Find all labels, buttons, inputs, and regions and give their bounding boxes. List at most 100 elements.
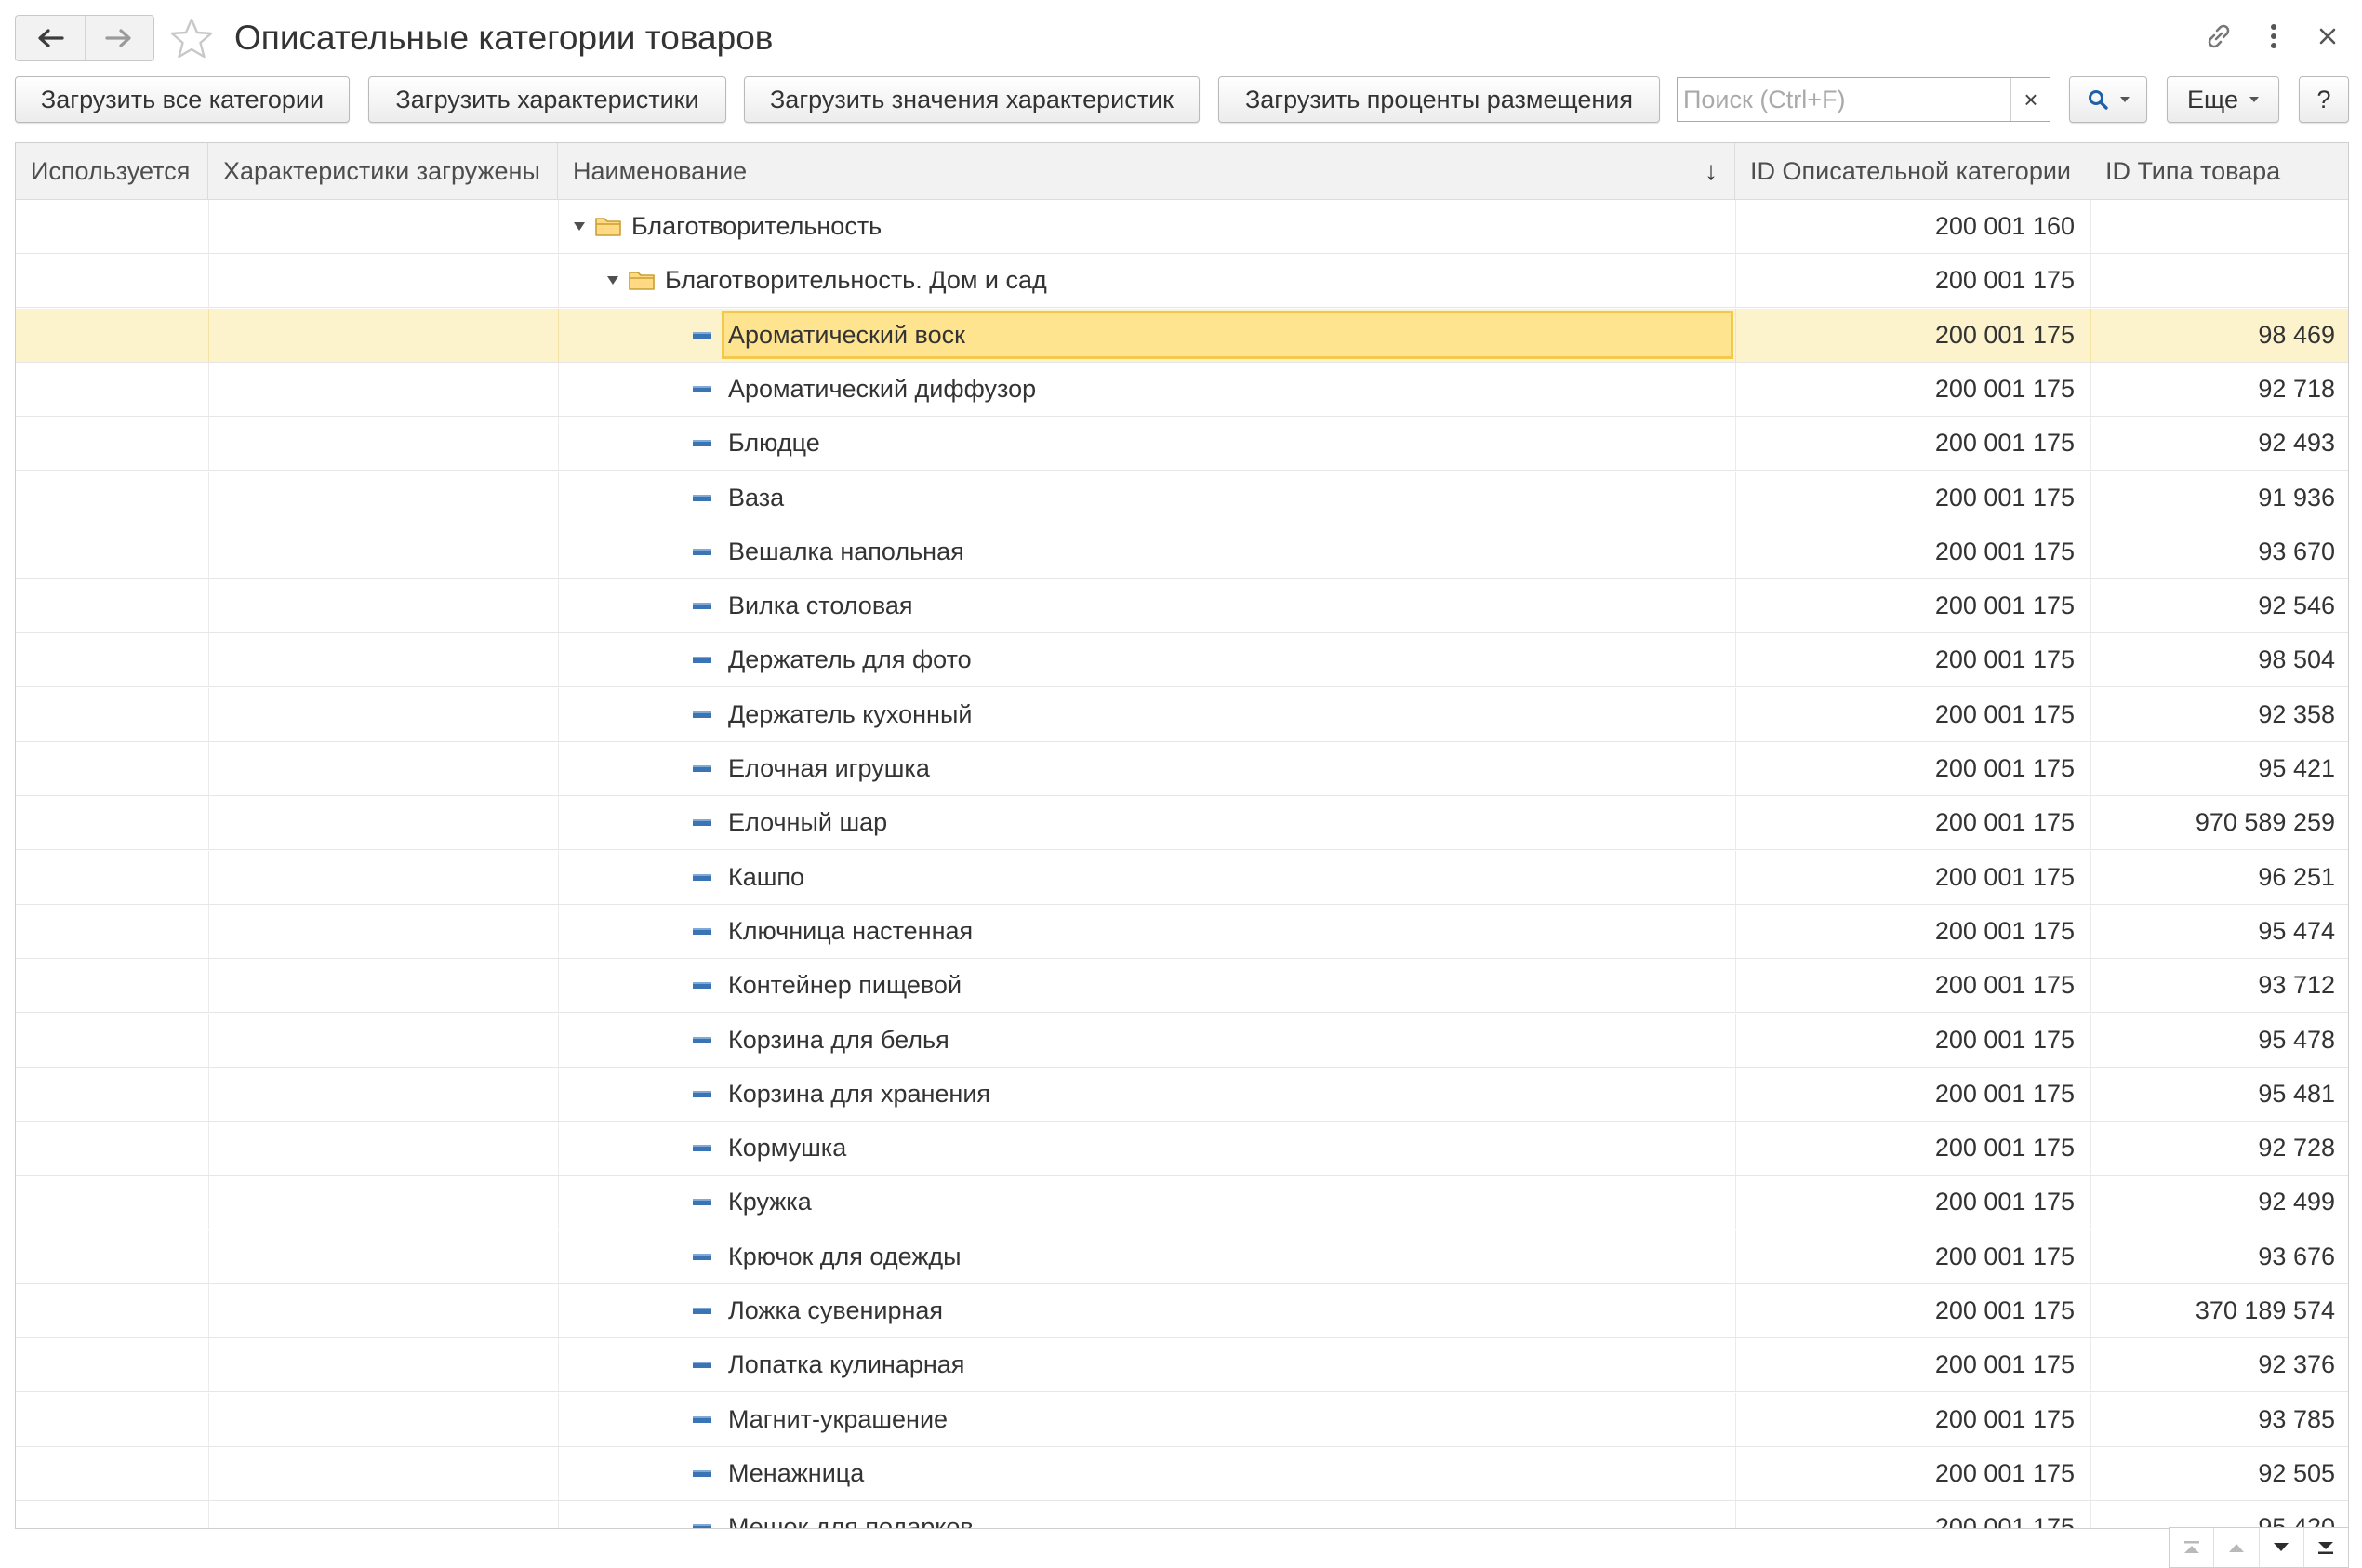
cell-product-type-id: 92 358 bbox=[2258, 700, 2335, 728]
column-separator bbox=[208, 796, 209, 849]
cell-name[interactable]: Кашпо bbox=[728, 851, 804, 904]
column-separator bbox=[558, 525, 559, 578]
table-row[interactable]: Вилка столовая 200 001 175 92 546 bbox=[16, 579, 2348, 633]
table-row[interactable]: Контейнер пищевой 200 001 175 93 712 bbox=[16, 959, 2348, 1013]
table-row[interactable]: Кормушка 200 001 175 92 728 bbox=[16, 1122, 2348, 1176]
cell-name[interactable]: Ваза bbox=[728, 472, 784, 525]
load-placement-percent-button[interactable]: Загрузить проценты размещения bbox=[1218, 76, 1660, 123]
cell-name[interactable]: Ароматический воск bbox=[722, 311, 1733, 359]
link-icon[interactable] bbox=[2203, 20, 2235, 52]
list-item-icon bbox=[693, 765, 711, 772]
cell-name[interactable]: Елочная игрушка bbox=[728, 742, 930, 795]
cell-name[interactable]: Лопатка кулинарная bbox=[728, 1338, 964, 1391]
cell-name[interactable]: Держатель для фото bbox=[728, 633, 972, 686]
list-item-icon bbox=[693, 1362, 711, 1368]
scroll-to-top-button[interactable] bbox=[2170, 1528, 2213, 1567]
expand-collapse-icon[interactable] bbox=[574, 222, 585, 231]
column-header-description-category-id[interactable]: ID Описательной категории bbox=[1735, 143, 2090, 199]
cell-name[interactable]: Блюдце bbox=[728, 417, 820, 470]
scroll-page-down-button[interactable] bbox=[2258, 1528, 2303, 1567]
cell-name[interactable]: Вилка столовая bbox=[728, 579, 913, 632]
chevron-down-icon bbox=[2120, 97, 2130, 102]
column-header-product-type-id[interactable]: ID Типа товара bbox=[2090, 143, 2348, 199]
close-icon[interactable] bbox=[2312, 20, 2343, 52]
column-separator bbox=[208, 959, 209, 1012]
cell-name[interactable]: Менажница bbox=[728, 1447, 864, 1500]
cell-name[interactable]: Кормушка bbox=[728, 1122, 846, 1175]
cell-name[interactable]: Корзина для белья bbox=[728, 1014, 949, 1067]
column-header-name[interactable]: Наименование ↓ bbox=[558, 143, 1735, 199]
list-item-icon bbox=[693, 1470, 711, 1477]
list-item-icon bbox=[693, 440, 711, 446]
cell-name[interactable]: Ложка сувенирная bbox=[728, 1284, 943, 1337]
table-row[interactable]: Ваза 200 001 175 91 936 bbox=[16, 472, 2348, 525]
cell-name[interactable]: Контейнер пищевой bbox=[728, 959, 962, 1012]
cell-product-type-id: 93 712 bbox=[2258, 971, 2335, 999]
load-characteristic-values-button[interactable]: Загрузить значения характеристик bbox=[744, 76, 1200, 123]
cell-name[interactable]: Магнит-украшение bbox=[728, 1393, 948, 1446]
cell-product-type-id: 92 499 bbox=[2258, 1188, 2335, 1216]
cell-name[interactable]: Ароматический диффузор bbox=[728, 363, 1036, 416]
scroll-page-up-button[interactable] bbox=[2213, 1528, 2258, 1567]
table-row[interactable]: Держатель для фото 200 001 175 98 504 bbox=[16, 633, 2348, 687]
cell-name[interactable]: Держатель кухонный bbox=[728, 688, 972, 741]
scroll-to-bottom-button[interactable] bbox=[2302, 1528, 2348, 1567]
cell-name[interactable]: Вешалка напольная bbox=[728, 525, 964, 578]
column-separator bbox=[208, 254, 209, 307]
cell-name[interactable]: Елочный шар bbox=[728, 796, 887, 849]
cell-name[interactable]: Ключница настенная bbox=[728, 905, 973, 958]
table-row[interactable]: Корзина для хранения 200 001 175 95 481 bbox=[16, 1068, 2348, 1122]
categories-table[interactable]: Используется Характеристики загружены На… bbox=[15, 142, 2349, 1529]
table-row[interactable]: Елочная игрушка 200 001 175 95 421 bbox=[16, 742, 2348, 796]
load-characteristics-button[interactable]: Загрузить характеристики bbox=[368, 76, 726, 123]
cell-name[interactable]: Корзина для хранения bbox=[728, 1068, 990, 1121]
table-row[interactable]: Корзина для белья 200 001 175 95 478 bbox=[16, 1014, 2348, 1068]
load-all-categories-button[interactable]: Загрузить все категории bbox=[15, 76, 350, 123]
cell-name[interactable]: Благотворительность bbox=[631, 200, 882, 253]
cell-description-category-id: 200 001 160 bbox=[1934, 212, 2075, 240]
cell-description-category-id: 200 001 175 bbox=[1934, 1350, 2075, 1378]
table-row[interactable]: Елочный шар 200 001 175 970 589 259 bbox=[16, 796, 2348, 850]
table-row[interactable]: Ароматический воск 200 001 175 98 469 bbox=[16, 309, 2348, 363]
table-row-group[interactable]: Благотворительность. Дом и сад 200 001 17… bbox=[16, 254, 2348, 308]
table-row[interactable]: Вешалка напольная 200 001 175 93 670 bbox=[16, 525, 2348, 579]
table-row[interactable]: Менажница 200 001 175 92 505 bbox=[16, 1447, 2348, 1501]
more-vertical-icon[interactable] bbox=[2258, 20, 2289, 52]
cell-name[interactable]: Кружка bbox=[728, 1176, 812, 1229]
help-button[interactable]: ? bbox=[2299, 76, 2349, 123]
more-actions-button[interactable]: Еще bbox=[2167, 76, 2279, 123]
expand-collapse-icon[interactable] bbox=[607, 276, 618, 285]
column-header-used[interactable]: Используется bbox=[16, 143, 208, 199]
column-separator bbox=[558, 851, 559, 904]
table-row[interactable]: Ложка сувенирная 200 001 175 370 189 574 bbox=[16, 1284, 2348, 1338]
column-header-characteristics-loaded[interactable]: Характеристики загружены bbox=[208, 143, 558, 199]
column-separator bbox=[208, 525, 209, 578]
column-separator bbox=[208, 1501, 209, 1528]
cell-name[interactable]: Благотворительность. Дом и сад bbox=[665, 254, 1047, 307]
table-row[interactable]: Мешок для подарков 200 001 175 95 420 bbox=[16, 1501, 2348, 1528]
table-row[interactable]: Кашпо 200 001 175 96 251 bbox=[16, 851, 2348, 905]
cell-product-type-id: 91 936 bbox=[2258, 484, 2335, 512]
search-options-button[interactable] bbox=[2069, 76, 2147, 123]
table-row-group[interactable]: Благотворительность 200 001 160 bbox=[16, 200, 2348, 254]
list-item-icon bbox=[693, 603, 711, 609]
star-icon[interactable] bbox=[169, 17, 214, 60]
table-row[interactable]: Ароматический диффузор 200 001 175 92 718 bbox=[16, 363, 2348, 417]
search-clear-button[interactable]: × bbox=[2010, 78, 2050, 121]
cell-name[interactable]: Крючок для одежды bbox=[728, 1230, 962, 1283]
table-row[interactable]: Кружка 200 001 175 92 499 bbox=[16, 1176, 2348, 1229]
cell-name[interactable]: Мешок для подарков bbox=[728, 1501, 974, 1528]
table-row[interactable]: Держатель кухонный 200 001 175 92 358 bbox=[16, 688, 2348, 742]
column-separator bbox=[558, 309, 559, 362]
back-button[interactable] bbox=[16, 16, 85, 60]
forward-button[interactable] bbox=[84, 16, 154, 60]
table-row[interactable]: Магнит-украшение 200 001 175 93 785 bbox=[16, 1393, 2348, 1447]
column-separator bbox=[558, 200, 559, 253]
table-row[interactable]: Лопатка кулинарная 200 001 175 92 376 bbox=[16, 1338, 2348, 1392]
column-header-name-label: Наименование bbox=[573, 157, 748, 185]
table-row[interactable]: Крючок для одежды 200 001 175 93 676 bbox=[16, 1230, 2348, 1284]
column-separator bbox=[208, 1068, 209, 1121]
table-row[interactable]: Блюдце 200 001 175 92 493 bbox=[16, 417, 2348, 471]
search-input[interactable] bbox=[1677, 77, 2050, 122]
table-row[interactable]: Ключница настенная 200 001 175 95 474 bbox=[16, 905, 2348, 959]
